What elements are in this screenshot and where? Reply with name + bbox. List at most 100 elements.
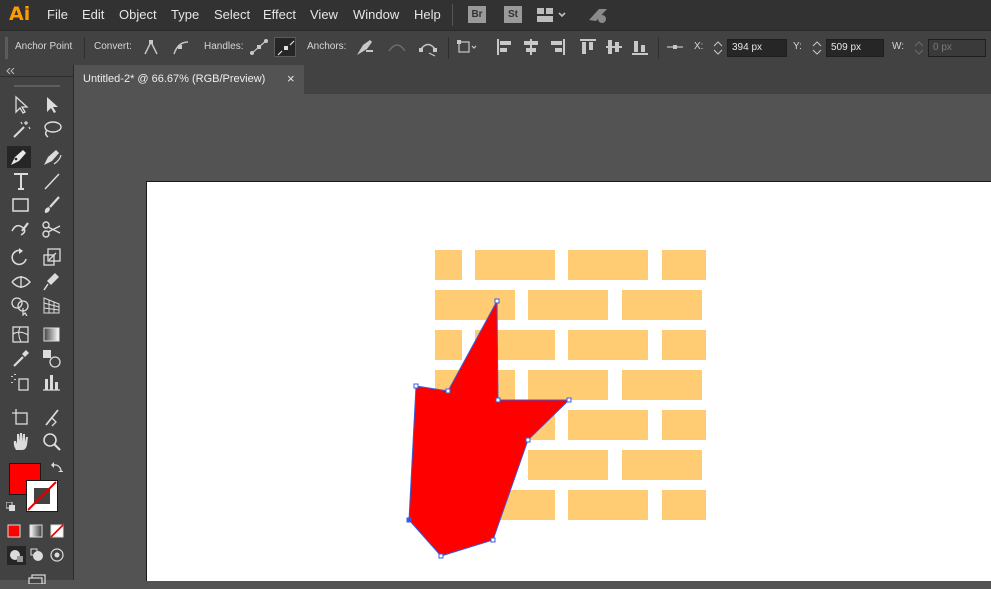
brick[interactable] — [662, 490, 706, 520]
brick[interactable] — [622, 290, 702, 320]
arrange-documents-icon[interactable] — [537, 8, 567, 27]
zoom-tool-icon[interactable] — [40, 430, 64, 452]
anchor-point[interactable] — [490, 537, 496, 543]
color-mode-icon[interactable] — [5, 522, 23, 540]
align-horizontal-center-icon[interactable] — [520, 37, 542, 57]
stock-button[interactable]: St — [504, 6, 522, 23]
reference-point-icon[interactable] — [664, 37, 686, 57]
menu-view[interactable]: View — [310, 7, 338, 22]
line-segment-tool-icon[interactable] — [40, 170, 64, 192]
brick[interactable] — [662, 330, 706, 360]
width-tool-icon[interactable] — [9, 270, 33, 292]
scissors-tool-icon[interactable] — [40, 218, 64, 240]
puppet-warp-tool-icon[interactable] — [40, 270, 64, 292]
anchor-point[interactable] — [445, 388, 451, 394]
slice-tool-icon[interactable] — [40, 406, 64, 428]
gpu-performance-icon[interactable] — [587, 6, 609, 29]
rotate-tool-icon[interactable] — [9, 246, 33, 268]
none-mode-icon[interactable] — [48, 522, 66, 540]
symbol-sprayer-tool-icon[interactable] — [9, 371, 33, 393]
menu-object[interactable]: Object — [119, 7, 157, 22]
x-spinner-icon[interactable] — [712, 39, 724, 57]
perspective-grid-tool-icon[interactable] — [40, 294, 64, 316]
align-vertical-center-icon[interactable] — [603, 37, 625, 57]
menu-select[interactable]: Select — [214, 7, 250, 22]
canvas-area[interactable] — [74, 94, 991, 581]
blend-tool-icon[interactable] — [40, 347, 64, 369]
paintbrush-tool-icon[interactable] — [40, 194, 64, 216]
convert-to-smooth-icon[interactable] — [170, 37, 192, 57]
brick[interactable] — [435, 250, 462, 280]
brick[interactable] — [435, 330, 462, 360]
anchor-point[interactable] — [494, 298, 500, 304]
brick[interactable] — [435, 290, 515, 320]
brick[interactable] — [622, 370, 702, 400]
brick[interactable] — [568, 490, 648, 520]
swap-fill-stroke-icon[interactable] — [51, 462, 63, 474]
brick[interactable] — [662, 410, 706, 440]
rectangle-tool-icon[interactable] — [9, 194, 33, 216]
mesh-tool-icon[interactable] — [9, 323, 33, 345]
brick[interactable] — [568, 330, 648, 360]
brick[interactable] — [662, 250, 706, 280]
menu-edit[interactable]: Edit — [82, 7, 104, 22]
remove-anchor-icon[interactable] — [353, 37, 375, 57]
brick[interactable] — [528, 290, 608, 320]
brick[interactable] — [622, 450, 702, 480]
brick[interactable] — [568, 250, 648, 280]
gradient-tool-icon[interactable] — [40, 323, 64, 345]
draw-behind-icon[interactable] — [28, 546, 47, 565]
menu-type[interactable]: Type — [171, 7, 199, 22]
draw-inside-icon[interactable] — [48, 546, 67, 565]
y-spinner-icon[interactable] — [811, 39, 823, 57]
brick[interactable] — [528, 450, 608, 480]
bridge-button[interactable]: Br — [468, 6, 486, 23]
w-spinner-icon[interactable] — [913, 39, 925, 57]
align-right-icon[interactable] — [546, 37, 568, 57]
eyedropper-tool-icon[interactable] — [9, 347, 33, 369]
document-tab[interactable]: Untitled-2* @ 66.67% (RGB/Preview) × — [74, 65, 304, 94]
pen-tool-icon[interactable] — [7, 146, 31, 168]
selection-tool-icon[interactable] — [9, 94, 33, 116]
artboard-tool-icon[interactable] — [9, 406, 33, 428]
select-similar-icon[interactable] — [456, 37, 478, 57]
default-fill-stroke-icon[interactable] — [6, 502, 16, 512]
align-left-icon[interactable] — [494, 37, 516, 57]
width-input[interactable]: 0 px — [928, 39, 986, 57]
y-coordinate-input[interactable]: 509 px — [826, 39, 884, 57]
direct-selection-tool-icon[interactable] — [40, 94, 64, 116]
scale-tool-icon[interactable] — [40, 246, 64, 268]
x-coordinate-input[interactable]: 394 px — [727, 39, 787, 57]
anchor-point[interactable] — [438, 553, 444, 559]
brick[interactable] — [528, 370, 608, 400]
anchor-point[interactable] — [566, 397, 572, 403]
cut-path-icon[interactable] — [417, 37, 439, 57]
close-tab-button[interactable]: × — [287, 71, 295, 86]
draw-normal-icon[interactable] — [7, 546, 26, 565]
type-tool-icon[interactable] — [9, 170, 33, 192]
stroke-swatch[interactable] — [26, 480, 58, 512]
align-bottom-icon[interactable] — [629, 37, 651, 57]
shape-builder-tool-icon[interactable] — [9, 294, 33, 316]
menu-effect[interactable]: Effect — [263, 7, 296, 22]
brick[interactable] — [475, 250, 555, 280]
convert-to-corner-icon[interactable] — [140, 37, 162, 57]
shaper-tool-icon[interactable] — [9, 218, 33, 240]
menu-file[interactable]: File — [47, 7, 68, 22]
align-top-icon[interactable] — [577, 37, 599, 57]
brick[interactable] — [568, 410, 648, 440]
connect-anchors-icon[interactable] — [386, 37, 408, 57]
anchor-point-selected[interactable] — [406, 517, 412, 523]
hide-handles-icon[interactable] — [274, 37, 296, 57]
anchor-point[interactable] — [525, 437, 531, 443]
menu-window[interactable]: Window — [353, 7, 399, 22]
anchor-point[interactable] — [495, 397, 501, 403]
menu-help[interactable]: Help — [414, 7, 441, 22]
anchor-point[interactable] — [413, 383, 419, 389]
curvature-tool-icon[interactable] — [40, 146, 64, 168]
collapse-panel-icon[interactable] — [6, 68, 16, 74]
hand-tool-icon[interactable] — [9, 430, 33, 452]
show-handles-icon[interactable] — [248, 37, 270, 57]
column-graph-tool-icon[interactable] — [40, 371, 64, 393]
lasso-tool-icon[interactable] — [40, 118, 64, 140]
